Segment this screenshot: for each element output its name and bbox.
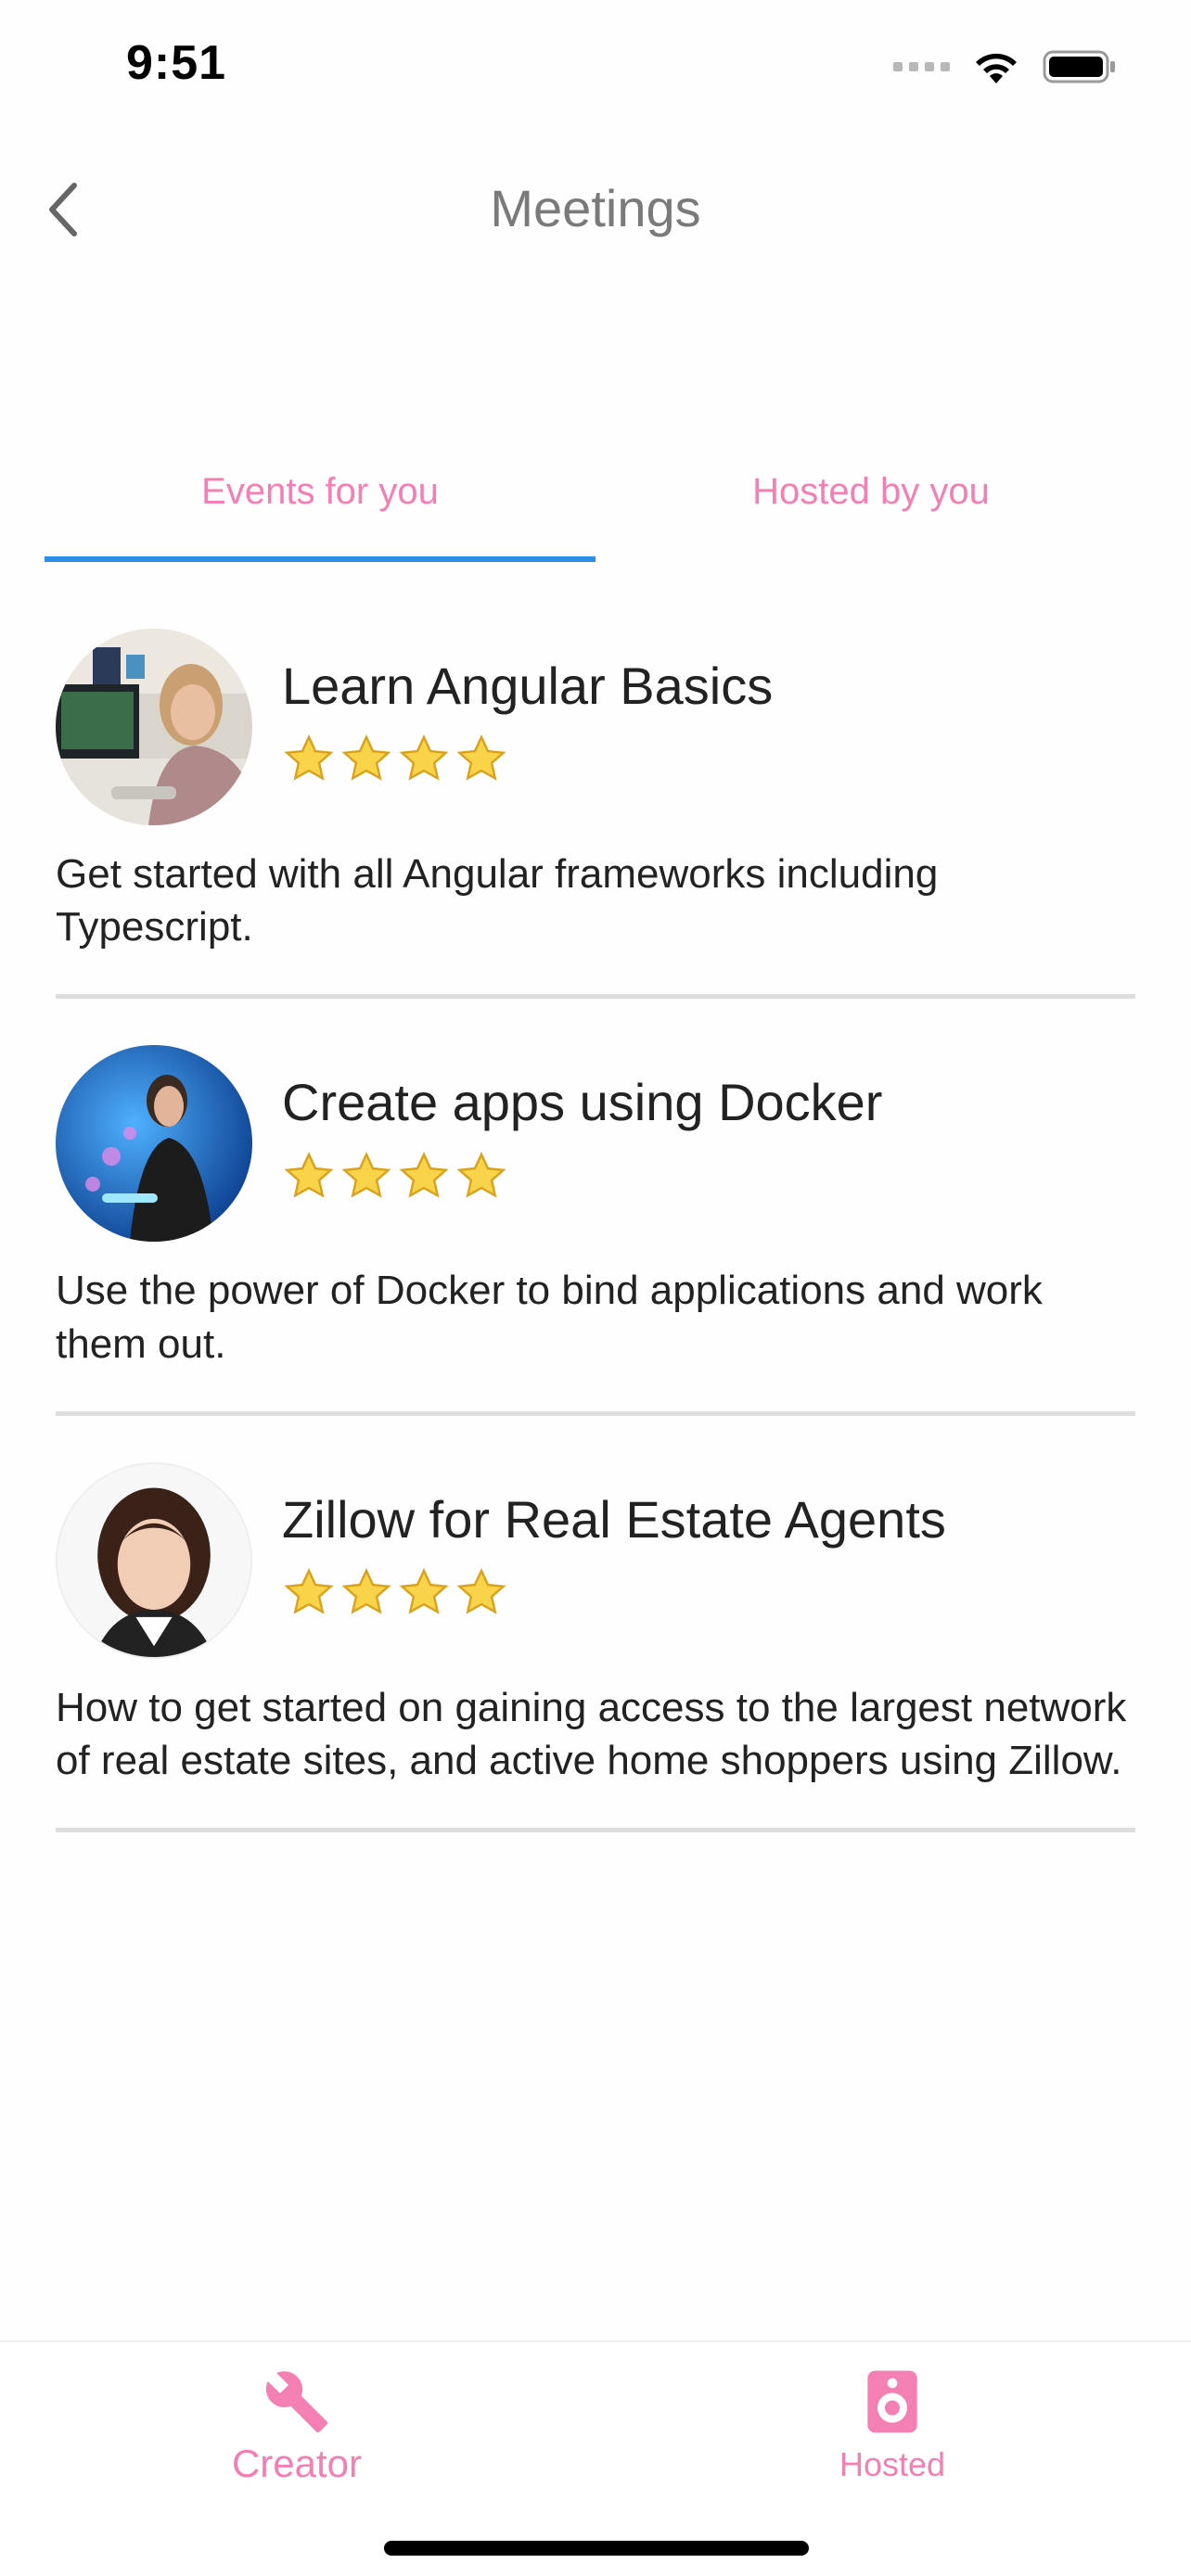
bottom-nav-hosted[interactable]: Hosted — [781, 2368, 1004, 2484]
list-item[interactable]: Learn Angular Basics Get started with al… — [56, 623, 1135, 1000]
meetings-screen: 9:51 Meetings Events for you Hosted by y… — [0, 0, 1191, 2576]
star-icon — [341, 734, 391, 782]
home-indicator — [384, 2541, 809, 2556]
event-description: Get started with all Angular frameworks … — [56, 851, 939, 950]
page-title: Meetings — [490, 179, 701, 237]
list-item[interactable]: Zillow for Real Estate Agents How to get… — [56, 1457, 1135, 1833]
star-icon — [341, 1151, 391, 1198]
event-title: Create apps using Docker — [282, 1073, 883, 1132]
star-icon — [456, 1151, 506, 1198]
star-icon — [284, 1151, 334, 1198]
battery-icon — [1043, 50, 1115, 83]
avatar — [56, 1461, 252, 1659]
speaker-icon — [867, 2370, 917, 2433]
wrench-icon — [265, 2371, 327, 2432]
star-rating — [282, 733, 773, 786]
star-icon — [399, 734, 449, 782]
bottom-nav-creator-label: Creator — [231, 2442, 363, 2485]
bottom-nav-hosted-label: Hosted — [839, 2445, 946, 2483]
list-item[interactable]: Create apps using Docker Use the power o… — [56, 1039, 1135, 1416]
star-rating — [282, 1150, 882, 1204]
star-icon — [399, 1568, 449, 1614]
status-time: 9:51 — [126, 36, 227, 90]
event-list: Learn Angular Basics Get started with al… — [56, 623, 1135, 1833]
star-icon — [456, 1568, 506, 1614]
tab-bar: Events for you Hosted by you — [45, 454, 1146, 562]
event-description: How to get started on gaining access to … — [56, 1684, 1127, 1783]
star-icon — [456, 734, 506, 782]
avatar — [56, 629, 252, 825]
tab-events-for-you[interactable]: Events for you — [45, 454, 596, 562]
star-icon — [284, 734, 334, 782]
event-description: Use the power of Docker to bind applicat… — [56, 1268, 1043, 1367]
star-icon — [284, 1568, 334, 1614]
tab-hosted-by-you[interactable]: Hosted by you — [596, 454, 1146, 562]
event-title: Learn Angular Basics — [282, 657, 774, 715]
star-icon — [399, 1151, 449, 1198]
cellular-signal-icon — [893, 62, 950, 71]
avatar — [56, 1045, 252, 1243]
wifi-icon — [976, 53, 1017, 83]
star-rating — [282, 1566, 946, 1620]
star-icon — [341, 1568, 391, 1614]
event-title: Zillow for Real Estate Agents — [282, 1489, 946, 1549]
bottom-nav-creator[interactable]: Creator — [186, 2368, 408, 2486]
status-icons — [893, 45, 1117, 89]
